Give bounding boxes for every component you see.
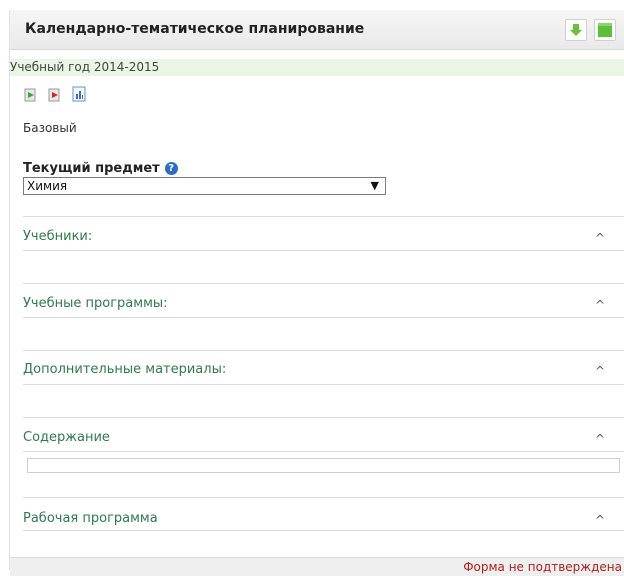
section-divider	[23, 417, 624, 418]
section-divider	[23, 451, 624, 452]
export-button[interactable]	[47, 86, 63, 102]
import-icon	[24, 88, 36, 102]
import-button[interactable]	[23, 86, 39, 102]
content-field[interactable]	[27, 458, 620, 473]
subject-select[interactable]: Химия ▼	[23, 177, 386, 195]
section-materials-title[interactable]: Дополнительные материалы:	[23, 362, 226, 377]
chevron-up-icon[interactable]: ^	[595, 231, 605, 245]
section-divider	[23, 250, 624, 251]
report-button[interactable]	[71, 86, 87, 102]
section-divider	[23, 384, 624, 385]
panel-header: Календарно-тематическое планирование	[10, 10, 624, 50]
subject-label: Текущий предмет?	[23, 161, 178, 176]
panel-left-border	[9, 10, 10, 570]
chevron-up-icon[interactable]: ^	[595, 513, 605, 527]
help-icon[interactable]: ?	[164, 162, 178, 175]
collapse-button[interactable]	[565, 19, 587, 41]
section-textbooks-title[interactable]: Учебники:	[23, 229, 92, 244]
section-divider	[23, 283, 624, 284]
toolbar	[23, 86, 91, 102]
form-status: Форма не подтверждена	[463, 560, 622, 574]
subject-select-value: Химия	[27, 179, 68, 193]
arrow-down-icon	[570, 24, 582, 36]
subject-label-text: Текущий предмет	[23, 161, 160, 176]
school-year: Учебный год 2014-2015	[10, 60, 160, 74]
report-icon	[72, 86, 86, 102]
section-content-title[interactable]: Содержание	[23, 430, 110, 445]
chevron-up-icon[interactable]: ^	[595, 298, 605, 312]
chevron-up-icon[interactable]: ^	[595, 432, 605, 446]
green-square-icon	[598, 23, 612, 37]
section-divider	[23, 350, 624, 351]
chevron-up-icon[interactable]: ^	[595, 364, 605, 378]
maximize-button[interactable]	[594, 19, 616, 41]
section-work-program-title[interactable]: Рабочая программа	[23, 511, 158, 526]
section-divider	[23, 530, 624, 531]
section-divider	[23, 497, 624, 498]
export-icon	[48, 88, 60, 102]
status-bar: Форма не подтверждена	[10, 557, 624, 576]
school-year-bar: Учебный год 2014-2015	[10, 59, 624, 76]
section-divider	[23, 216, 624, 217]
panel-title: Календарно-тематическое планирование	[25, 21, 365, 37]
level-text: Базовый	[23, 121, 77, 135]
section-programs-title[interactable]: Учебные программы:	[23, 296, 168, 311]
chevron-down-icon: ▼	[370, 179, 379, 192]
section-divider	[23, 317, 624, 318]
